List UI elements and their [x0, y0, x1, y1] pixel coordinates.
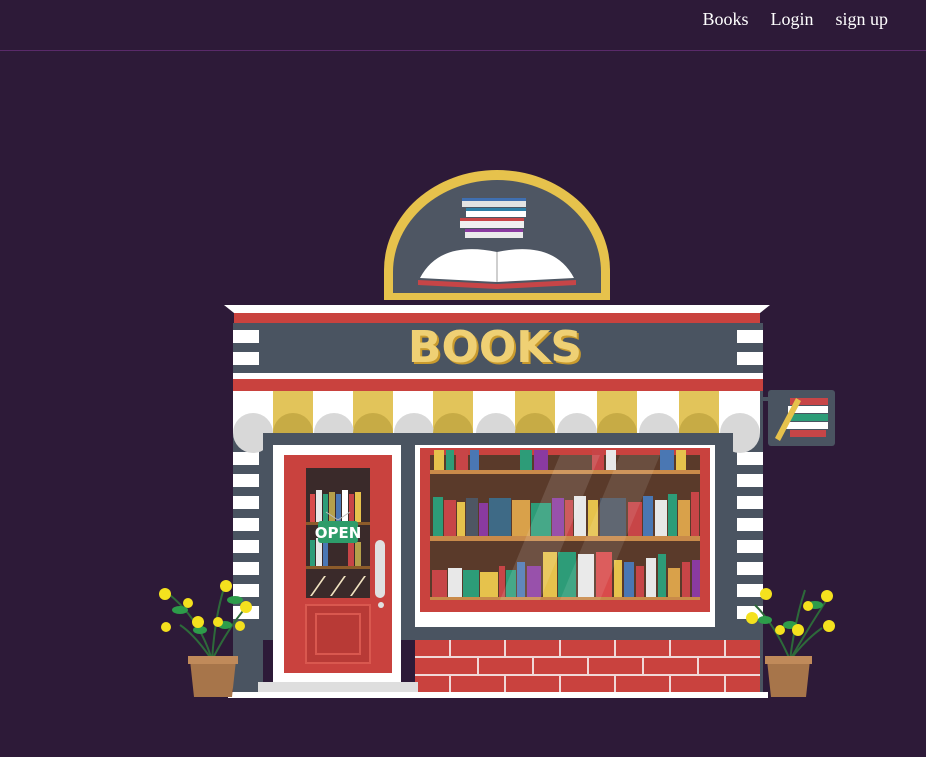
- hanging-book-sign: [763, 390, 835, 446]
- brick-base: [415, 640, 760, 692]
- bookstore-illustration: BOOKS BOOKS OPEN: [159, 170, 835, 698]
- open-sign-text: OPEN: [315, 524, 362, 542]
- dome-sign: [384, 170, 610, 300]
- store-sign-text: BOOKS: [408, 322, 582, 373]
- bookshelf: [430, 450, 700, 600]
